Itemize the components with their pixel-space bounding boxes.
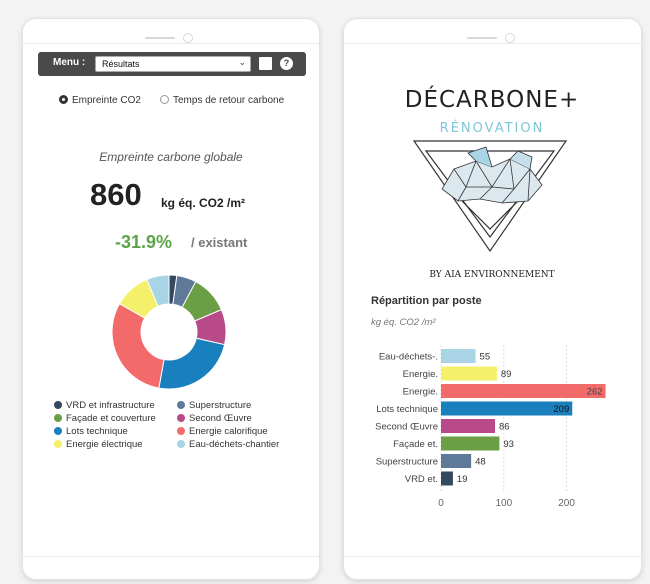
bar[interactable]: [441, 384, 606, 398]
help-icon[interactable]: ?: [280, 57, 293, 70]
legend-label: Façade et couverture: [66, 413, 156, 424]
data-label: 262: [587, 387, 603, 398]
legend-swatch: [54, 440, 62, 448]
radio-label: Temps de retour carbone: [173, 95, 285, 106]
donut-chart: [111, 274, 227, 390]
menu-select[interactable]: Résultats ⌄: [95, 56, 251, 72]
cloud-icon: [441, 146, 543, 204]
total-value: 860: [90, 177, 142, 212]
legend-item[interactable]: Eau-déchets-chantier: [177, 439, 279, 450]
decarbone-logo: DÉCARBONE+ RÉNOVATION BY AIA ENVIRONNEME…: [405, 85, 580, 280]
radio-label: Empreinte CO2: [72, 95, 141, 106]
legend-item[interactable]: Façade et couverture: [54, 413, 156, 424]
menu-label: Menu :: [53, 57, 86, 68]
legend-label: Energie électrique: [66, 439, 143, 450]
bar[interactable]: [441, 349, 476, 363]
legend-label: VRD et infrastructure: [66, 400, 155, 411]
legend-label: Superstructure: [189, 400, 252, 411]
data-label: 89: [501, 369, 512, 380]
legend-swatch: [54, 401, 62, 409]
radio-empreinte-co2[interactable]: Empreinte CO2: [59, 95, 141, 106]
results-panel: Menu : Résultats ⌄ ? Empreinte CO2 Temps…: [22, 18, 320, 580]
bar[interactable]: [441, 366, 497, 381]
legend-label: Second Œuvre: [189, 413, 252, 424]
donut-slice[interactable]: [111, 302, 165, 389]
delta-label: / existant: [191, 235, 248, 250]
category-label: Energie.: [403, 387, 438, 398]
menu-select-value: Résultats: [102, 59, 140, 69]
legend-label: Lots technique: [66, 426, 128, 437]
logo-byline: BY AIA ENVIRONNEMENT: [429, 270, 554, 280]
delta-value: -31.9%: [115, 232, 173, 252]
tick-label: 100: [495, 498, 512, 509]
legend-swatch: [54, 427, 62, 435]
legend-label: Eau-déchets-chantier: [189, 439, 280, 450]
phone-notch: [145, 33, 197, 43]
legend-label: Energie calorifique: [189, 426, 268, 437]
chevron-down-icon: ⌄: [238, 58, 246, 68]
legend-swatch: [177, 427, 185, 435]
category-label: Superstructure: [376, 457, 438, 468]
tick-label: 0: [438, 498, 444, 509]
logo-title: DÉCARBONE+: [405, 85, 580, 113]
category-label: Eau-déchets-.: [379, 352, 438, 363]
logo-subtitle: RÉNOVATION: [440, 120, 545, 136]
radio-dot-checked: [59, 95, 68, 104]
bar[interactable]: [441, 436, 500, 451]
chart-title: Répartition par poste: [371, 295, 482, 307]
legend-swatch: [177, 401, 185, 409]
radio-temps-retour[interactable]: Temps de retour carbone: [160, 95, 284, 106]
donut-slice[interactable]: [158, 337, 226, 390]
category-label: Energie.: [403, 369, 438, 380]
legend-swatch: [54, 414, 62, 422]
legend-swatch: [177, 414, 185, 422]
category-label: VRD et.: [405, 474, 438, 485]
legend-item[interactable]: Second Œuvre: [177, 413, 252, 424]
total-unit: kg éq. CO2 /m²: [161, 196, 246, 210]
bar-chart: 0 100 200 Eau-déchets-. 55 Energie. 89 Energie.…: [375, 345, 606, 509]
data-label: 48: [475, 457, 486, 468]
bar[interactable]: [441, 419, 496, 433]
breakdown-panel: DÉCARBONE+ RÉNOVATION BY AIA ENVIRONNEME…: [343, 18, 642, 580]
legend-item[interactable]: Energie électrique: [54, 439, 143, 450]
legend-item[interactable]: VRD et infrastructure: [54, 400, 155, 411]
legend-item[interactable]: Energie calorifique: [177, 426, 268, 437]
legend-item[interactable]: Lots technique: [54, 426, 128, 437]
legend-item[interactable]: Superstructure: [177, 400, 251, 411]
data-label: 86: [499, 422, 510, 433]
data-label: 19: [457, 474, 468, 485]
data-label: 55: [480, 352, 491, 363]
menu-checkbox[interactable]: [259, 57, 272, 70]
legend-swatch: [177, 440, 185, 448]
phone-notch: [466, 33, 519, 43]
category-label: Second Œuvre: [375, 422, 438, 433]
data-label: 93: [503, 439, 514, 450]
section-subtitle: Empreinte carbone globale: [99, 150, 243, 164]
tick-label: 200: [558, 498, 575, 509]
menu-bar: Menu : Résultats ⌄ ?: [38, 52, 306, 76]
bar[interactable]: [441, 471, 453, 486]
bar[interactable]: [441, 454, 472, 468]
data-label: 209: [553, 404, 569, 415]
radio-dot: [160, 95, 169, 104]
chart-unit: kg éq. CO2 /m²: [371, 317, 436, 328]
category-label: Lots technique: [376, 404, 438, 415]
category-label: Façade et.: [393, 439, 438, 450]
